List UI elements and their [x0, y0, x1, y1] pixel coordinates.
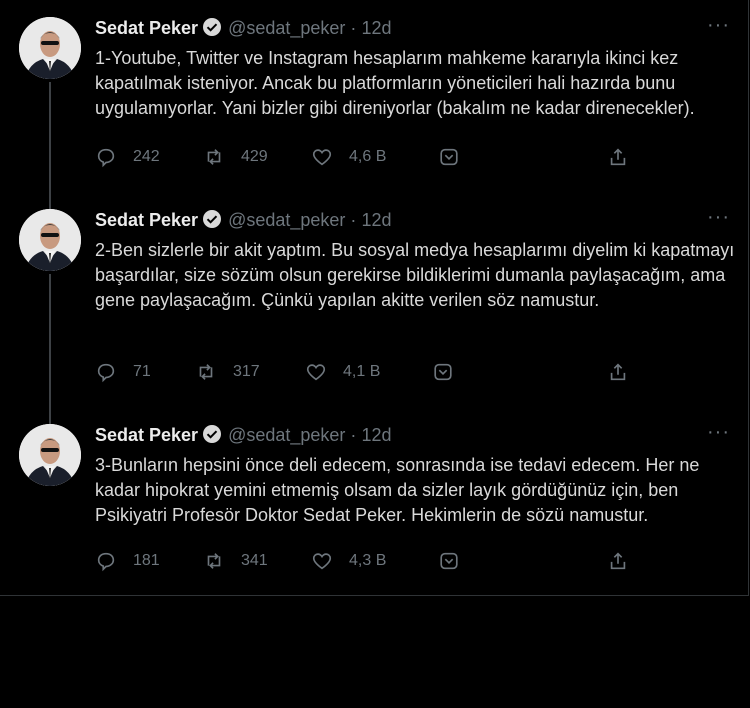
tweet-1[interactable]: Sedat Peker @sedat_peker · 12d ··· 1-Yout… — [0, 0, 748, 206]
reply-icon — [97, 148, 115, 168]
avatar[interactable] — [19, 17, 81, 79]
share-button[interactable] — [607, 550, 629, 572]
retweet-count: 429 — [241, 148, 268, 165]
verified-icon — [202, 424, 222, 449]
bookmark-icon — [434, 363, 452, 381]
share-icon — [610, 552, 626, 570]
more-icon[interactable]: ··· — [707, 421, 730, 444]
retweet-count: 341 — [241, 552, 268, 569]
bookmark-button[interactable] — [432, 361, 454, 383]
verified-icon — [202, 17, 222, 42]
reply-button[interactable]: 71 — [95, 361, 151, 383]
more-icon[interactable]: ··· — [707, 14, 730, 37]
tweet-header: Sedat Peker @sedat_peker · 12d — [95, 17, 391, 42]
retweet-icon — [207, 553, 221, 569]
bookmark-button[interactable] — [438, 550, 460, 572]
share-icon — [610, 363, 626, 381]
like-count: 4,6 B — [349, 148, 387, 165]
tweet-text: 1-Youtube, Twitter ve Instagram hesaplar… — [95, 48, 695, 118]
retweet-button[interactable]: 317 — [195, 361, 260, 383]
separator: · — [350, 425, 357, 445]
tweet-actions: 242 429 4,6 B — [95, 146, 635, 170]
avatar[interactable] — [19, 424, 81, 486]
like-button[interactable]: 4,1 B — [305, 361, 380, 383]
tweet-thread: Sedat Peker @sedat_peker · 12d ··· 1-Yout… — [0, 0, 749, 596]
tweet-header: Sedat Peker @sedat_peker · 12d — [95, 209, 391, 234]
author-name[interactable]: Sedat Peker — [95, 210, 198, 230]
share-icon — [610, 148, 626, 166]
more-icon[interactable]: ··· — [707, 206, 730, 229]
retweet-count: 317 — [233, 363, 260, 380]
timestamp[interactable]: 12d — [361, 18, 391, 38]
author-handle[interactable]: @sedat_peker — [228, 210, 345, 230]
retweet-icon — [199, 364, 213, 380]
avatar[interactable] — [19, 209, 81, 271]
retweet-button[interactable]: 341 — [203, 550, 268, 572]
like-icon — [312, 553, 332, 570]
like-count: 4,3 B — [349, 552, 387, 569]
author-handle[interactable]: @sedat_peker — [228, 425, 345, 445]
reply-button[interactable]: 181 — [95, 550, 160, 572]
separator: · — [350, 18, 357, 38]
bookmark-icon — [440, 552, 458, 570]
tweet-text: 2-Ben sizlerle bir akit yaptım. Bu sosya… — [95, 240, 735, 310]
share-button[interactable] — [607, 146, 629, 168]
like-icon — [312, 149, 332, 166]
reply-count: 181 — [133, 552, 160, 569]
author-name[interactable]: Sedat Peker — [95, 425, 198, 445]
reply-count: 71 — [133, 363, 151, 380]
like-button[interactable]: 4,6 B — [311, 146, 386, 168]
thread-connector — [49, 407, 51, 424]
retweet-button[interactable]: 429 — [203, 146, 268, 168]
author-handle[interactable]: @sedat_peker — [228, 18, 345, 38]
like-icon — [306, 364, 326, 381]
retweet-icon — [207, 149, 221, 165]
reply-count: 242 — [133, 148, 160, 165]
like-button[interactable]: 4,3 B — [311, 550, 386, 572]
tweet-header: Sedat Peker @sedat_peker · 12d — [95, 424, 391, 449]
tweet-actions: 71 317 4,1 B — [95, 361, 635, 385]
verified-icon — [202, 209, 222, 234]
separator: · — [350, 210, 357, 230]
timestamp[interactable]: 12d — [361, 425, 391, 445]
tweet-3[interactable]: Sedat Peker @sedat_peker · 12d ··· 3-Bunl… — [0, 407, 748, 595]
thread-connector — [49, 82, 51, 206]
tweet-text: 3-Bunların hepsini önce deli edecem, son… — [95, 455, 700, 525]
reply-icon — [97, 363, 115, 383]
tweet-2[interactable]: Sedat Peker @sedat_peker · 12d ··· 2-Ben … — [0, 192, 748, 424]
timestamp[interactable]: 12d — [361, 210, 391, 230]
reply-button[interactable]: 242 — [95, 146, 160, 168]
like-count: 4,1 B — [343, 363, 381, 380]
thread-connector — [49, 192, 51, 209]
thread-connector — [49, 274, 51, 424]
reply-icon — [97, 552, 115, 572]
tweet-actions: 181 341 4,3 B — [95, 550, 635, 574]
author-name[interactable]: Sedat Peker — [95, 18, 198, 38]
bookmark-icon — [440, 148, 458, 166]
bookmark-button[interactable] — [438, 146, 460, 168]
share-button[interactable] — [607, 361, 629, 383]
